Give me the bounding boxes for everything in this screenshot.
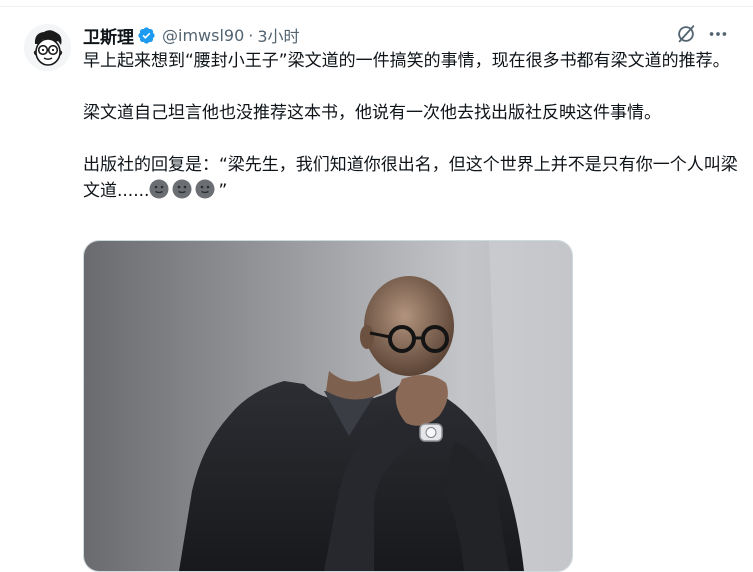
tweet-paragraph-2: 梁文道自己坦言他也没推荐这本书，他说有一次他去找出版社反映这件事情。 — [83, 103, 661, 123]
tweet-paragraph-1: 早上起来想到“腰封小王子”梁文道的一件搞笑的事情，现在很多书都有梁文道的推荐。 — [83, 51, 730, 71]
verified-badge-icon[interactable] — [137, 26, 156, 45]
neutral-face-emoji-icon — [149, 179, 169, 199]
author-display-name[interactable]: 卫斯理 — [83, 23, 134, 48]
tweet-media-photo[interactable] — [83, 240, 573, 572]
closing-quote: ” — [218, 181, 228, 201]
neutral-face-emoji-icon — [195, 179, 215, 199]
avatar-face-icon — [24, 24, 71, 71]
grok-button[interactable] — [672, 20, 700, 48]
tweet-paragraph-3: 出版社的回复是：“梁先生，我们知道你很出名，但这个世界上并不是只有你一个人叫梁文… — [83, 152, 738, 204]
top-divider — [0, 6, 753, 7]
author-handle[interactable]: @imwsl90 — [162, 26, 244, 45]
avatar[interactable] — [24, 24, 71, 71]
tweet-header: 卫斯理 @imwsl90 · 3小时 — [83, 22, 300, 48]
photo-image — [84, 241, 572, 571]
separator-dot: · — [248, 25, 254, 45]
tweet-timestamp[interactable]: 3小时 — [257, 23, 299, 47]
neutral-face-emoji-icon — [172, 179, 192, 199]
grok-slash-circle-icon — [678, 25, 695, 43]
tweet-text: 早上起来想到“腰封小王子”梁文道的一件搞笑的事情，现在很多书都有梁文道的推荐。 … — [83, 48, 738, 204]
more-options-button[interactable] — [704, 20, 732, 48]
ellipsis-icon — [709, 32, 727, 36]
